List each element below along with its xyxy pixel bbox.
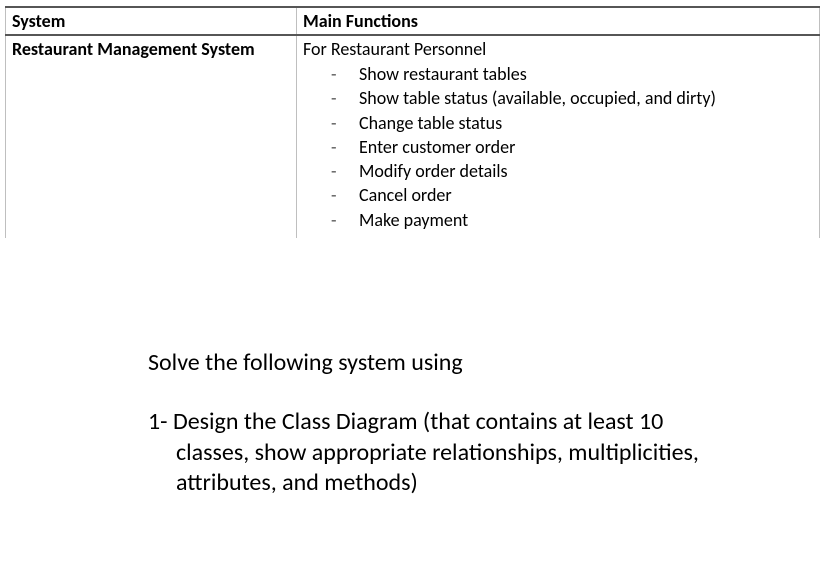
list-item: Cancel order — [331, 183, 813, 207]
cell-main-functions: For Restaurant Personnel Show restaurant… — [297, 35, 820, 238]
table-row: Restaurant Management System For Restaur… — [6, 35, 820, 238]
list-item: Make payment — [331, 208, 813, 232]
question-block: Solve the following system using 1- Desi… — [148, 348, 708, 499]
functions-list: Show restaurant tables Show table status… — [303, 62, 813, 232]
header-main-functions: Main Functions — [297, 7, 820, 35]
list-item: Show table status (available, occupied, … — [331, 86, 813, 110]
list-item: Show restaurant tables — [331, 62, 813, 86]
header-system: System — [6, 7, 297, 35]
list-item: Modify order details — [331, 159, 813, 183]
question-prompt: Solve the following system using — [148, 348, 708, 379]
list-item: Enter customer order — [331, 135, 813, 159]
functions-heading: For Restaurant Personnel — [303, 38, 813, 60]
system-functions-table: System Main Functions Restaurant Managem… — [5, 6, 820, 238]
cell-system-name: Restaurant Management System — [6, 35, 297, 238]
list-item: Change table status — [331, 111, 813, 135]
question-item-1: 1- Design the Class Diagram (that contai… — [176, 407, 708, 499]
